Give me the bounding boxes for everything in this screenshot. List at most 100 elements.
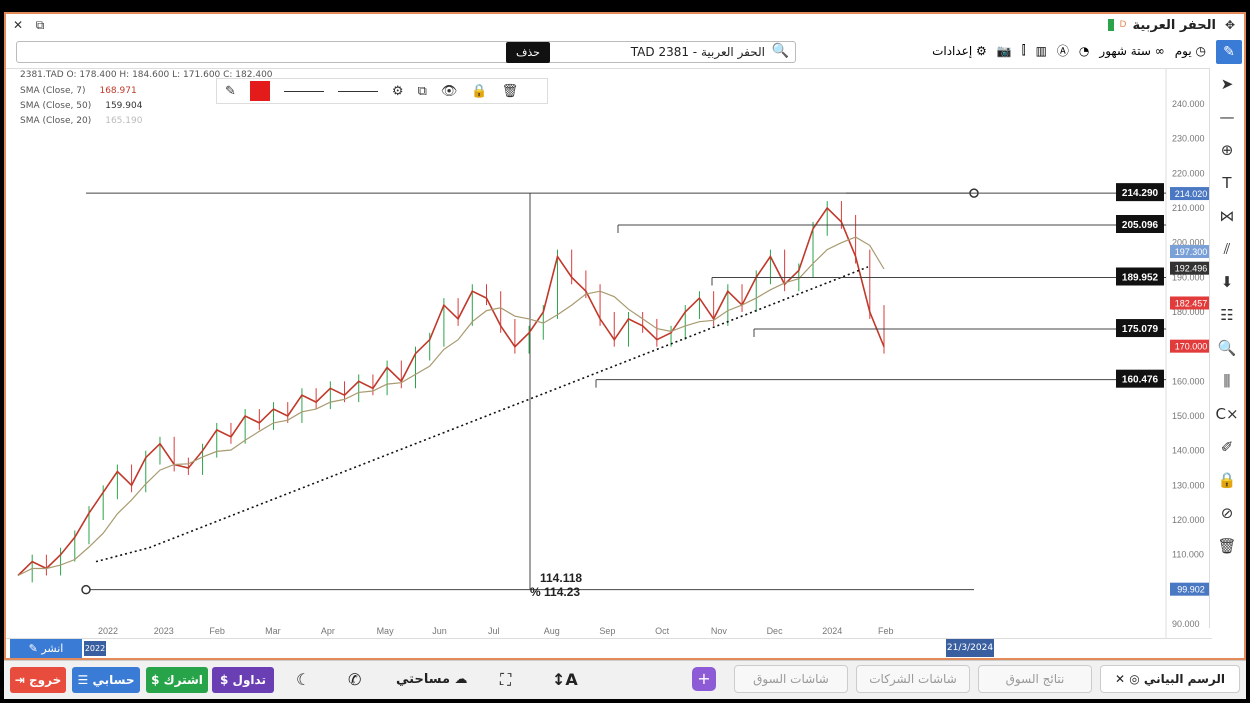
share-button[interactable]: ✎ انشر bbox=[10, 639, 82, 658]
search-icon[interactable]: 🔍 bbox=[772, 43, 789, 59]
pattern-icon[interactable]: ⋈ bbox=[1210, 200, 1244, 233]
drawings-layer[interactable] bbox=[81, 188, 979, 595]
x-tick-label: Jul bbox=[488, 626, 500, 636]
horizontal-line-icon[interactable]: — bbox=[1210, 101, 1244, 134]
line-style-option[interactable] bbox=[283, 90, 324, 92]
cursor-icon[interactable]: ➤ bbox=[1210, 68, 1244, 101]
pencil-icon[interactable]: ✎ bbox=[1216, 40, 1242, 64]
x-tick-label: Oct bbox=[655, 626, 670, 636]
text-icon[interactable]: T bbox=[1210, 167, 1244, 200]
sma50-legend: SMA (Close, 50) 159.904 bbox=[20, 101, 142, 111]
y-tick-label: 160.000 bbox=[1172, 376, 1205, 386]
font-size-icon[interactable]: ↕A bbox=[552, 667, 578, 693]
measure-value: 114.118 bbox=[540, 571, 582, 585]
logout-label: خروج bbox=[29, 673, 62, 687]
y-tick-label: 140.000 bbox=[1172, 446, 1205, 456]
chart-type-icon[interactable]: ⫿ bbox=[1022, 43, 1026, 58]
interval-label: يوم bbox=[1174, 43, 1192, 58]
line-width-option[interactable] bbox=[337, 90, 378, 92]
tab-company-screens[interactable]: شاشات الشركات bbox=[856, 665, 970, 693]
symbol-search-input[interactable]: TAD 2381 - الحفر العربية 🔍 bbox=[16, 41, 796, 63]
sma50-line bbox=[95, 266, 869, 563]
account-label: حسابي bbox=[92, 673, 135, 687]
sma7-legend: SMA (Close, 7) 168.971 bbox=[20, 86, 137, 96]
hide-drawings-icon[interactable]: ⊘ bbox=[1210, 497, 1244, 530]
trash-icon[interactable]: 🗑 bbox=[502, 84, 519, 99]
levels-layer[interactable]: 214.290 205.096 189.952 175.079 160.476 bbox=[595, 183, 1166, 388]
duplicate-window-icon[interactable]: ⧉ bbox=[32, 17, 48, 33]
moon-icon[interactable]: ☾ bbox=[296, 667, 310, 693]
phone-icon[interactable]: ✆ bbox=[348, 667, 361, 693]
copy-icon[interactable]: ⧉ bbox=[418, 84, 427, 99]
lock-drawings-icon[interactable]: 🔒 bbox=[1210, 464, 1244, 497]
share-label: انشر bbox=[41, 642, 64, 655]
level-label: 175.079 bbox=[1122, 324, 1159, 335]
y-tick-label: 220.000 bbox=[1172, 168, 1205, 178]
pencil-edit-icon[interactable]: ✎ bbox=[225, 84, 236, 99]
tab-market-screens[interactable]: شاشات السوق bbox=[734, 665, 848, 693]
range-button[interactable]: ∞ ستة شهور bbox=[1099, 44, 1164, 58]
x-tick-label: Mar bbox=[265, 626, 281, 636]
crosshair-icon[interactable]: ⊕ bbox=[1210, 134, 1244, 167]
x-tick-label: Aug bbox=[544, 626, 560, 636]
price-tag-label: 99.902 bbox=[1177, 585, 1205, 595]
color-swatch[interactable] bbox=[249, 81, 270, 101]
tab-chart[interactable]: ✕ ◎ الرسم البياني bbox=[1100, 665, 1240, 693]
zoom-icon[interactable]: 🔍 bbox=[1210, 332, 1244, 365]
account-button[interactable]: ☰ حسابي bbox=[72, 667, 140, 693]
settings-button[interactable]: ⚙ إعدادات bbox=[932, 44, 987, 58]
app-window: ✕ ⧉ ✥ الحفر العربية D TAD 2381 - الحفر ا… bbox=[4, 12, 1246, 660]
channel-icon[interactable]: ⫽ bbox=[1210, 233, 1244, 266]
eye-icon[interactable]: 👁 bbox=[441, 84, 458, 99]
y-tick-label: 110.000 bbox=[1172, 550, 1204, 560]
arrow-down-icon[interactable]: ⬇ bbox=[1210, 266, 1244, 299]
title-bar: ✕ ⧉ ✥ الحفر العربية D bbox=[6, 14, 1244, 39]
x-axis: 2022 2023 Feb Mar Apr May Jun Jul Aug Sep Oct Nov De… bbox=[98, 626, 894, 636]
brush-icon[interactable]: ✐ bbox=[1210, 431, 1244, 464]
add-tab-button[interactable]: + bbox=[692, 667, 716, 691]
move-icon[interactable]: ✥ bbox=[1222, 17, 1238, 33]
drawing-tools-sidebar: ➤ — ⊕ T ⋈ ⫽ ⬇ ☷ 🔍 ⫼ C× ✐ 🔒 ⊘ 🗑 bbox=[1209, 68, 1244, 628]
delete-all-icon[interactable]: 🗑 bbox=[1210, 530, 1244, 563]
x-tick-label: 2024 bbox=[822, 626, 842, 636]
lock-icon[interactable]: 🔒 bbox=[471, 84, 487, 99]
x-tick-label: Nov bbox=[711, 626, 728, 636]
trade-label: تداول bbox=[232, 673, 266, 687]
price-tag-label: 170.000 bbox=[1175, 342, 1208, 352]
subscribe-button[interactable]: $ اشترك bbox=[146, 667, 208, 693]
alert-icon[interactable]: Ⓐ bbox=[1057, 42, 1069, 59]
settings-label: إعدادات bbox=[932, 43, 973, 58]
magnet-icon[interactable]: ⫼ bbox=[1210, 365, 1244, 398]
x-tick-label: Feb bbox=[209, 626, 225, 636]
my-space-button[interactable]: مساحتي ☁ bbox=[396, 667, 468, 693]
camera-icon[interactable]: 📷 bbox=[997, 44, 1012, 58]
logout-button[interactable]: ⇥ خروج bbox=[10, 667, 66, 693]
sma7-value: 168.971 bbox=[99, 86, 137, 96]
indicator-icon[interactable]: ◔ bbox=[1079, 44, 1089, 58]
sma50-value: 159.904 bbox=[105, 101, 143, 111]
x-tick-label: Dec bbox=[767, 626, 784, 636]
y-axis: 240.000230.000220.000210.000200.000190.0… bbox=[1165, 68, 1205, 638]
interval-button[interactable]: ◷ يوم bbox=[1175, 44, 1206, 58]
close-icon[interactable]: ✕ bbox=[10, 17, 26, 33]
tab-market-results[interactable]: نتائج السوق bbox=[978, 665, 1092, 693]
chart-tab-label: الرسم البياني bbox=[1143, 672, 1225, 686]
level-label: 160.476 bbox=[1122, 375, 1159, 386]
x-tick-label: May bbox=[377, 626, 395, 636]
price-chart[interactable]: 240.000230.000220.000210.000200.000190.0… bbox=[6, 68, 1212, 638]
fullscreen-icon[interactable]: ⛶ bbox=[500, 667, 511, 693]
compare-icon[interactable]: ▥ bbox=[1036, 44, 1047, 58]
trade-button[interactable]: $ تداول bbox=[212, 667, 274, 693]
sma50-label: SMA (Close, 50) bbox=[20, 101, 92, 111]
sma20-line bbox=[17, 236, 885, 577]
settings-icon[interactable]: ⚙ bbox=[392, 84, 404, 99]
price-tags: 214.020 197.300 192.496 182.457 170.000 99.90… bbox=[1170, 187, 1212, 596]
flag-icon bbox=[1107, 19, 1114, 31]
fib-icon[interactable]: ☷ bbox=[1210, 299, 1244, 332]
level-label: 214.290 bbox=[1122, 188, 1159, 199]
measure-icon[interactable]: C× bbox=[1210, 398, 1244, 431]
y-tick-label: 120.000 bbox=[1172, 515, 1205, 525]
title-badge: D bbox=[1119, 20, 1127, 30]
measure-percent: % 114.23 bbox=[530, 585, 580, 599]
x-tick-label: 2022 bbox=[98, 626, 118, 636]
